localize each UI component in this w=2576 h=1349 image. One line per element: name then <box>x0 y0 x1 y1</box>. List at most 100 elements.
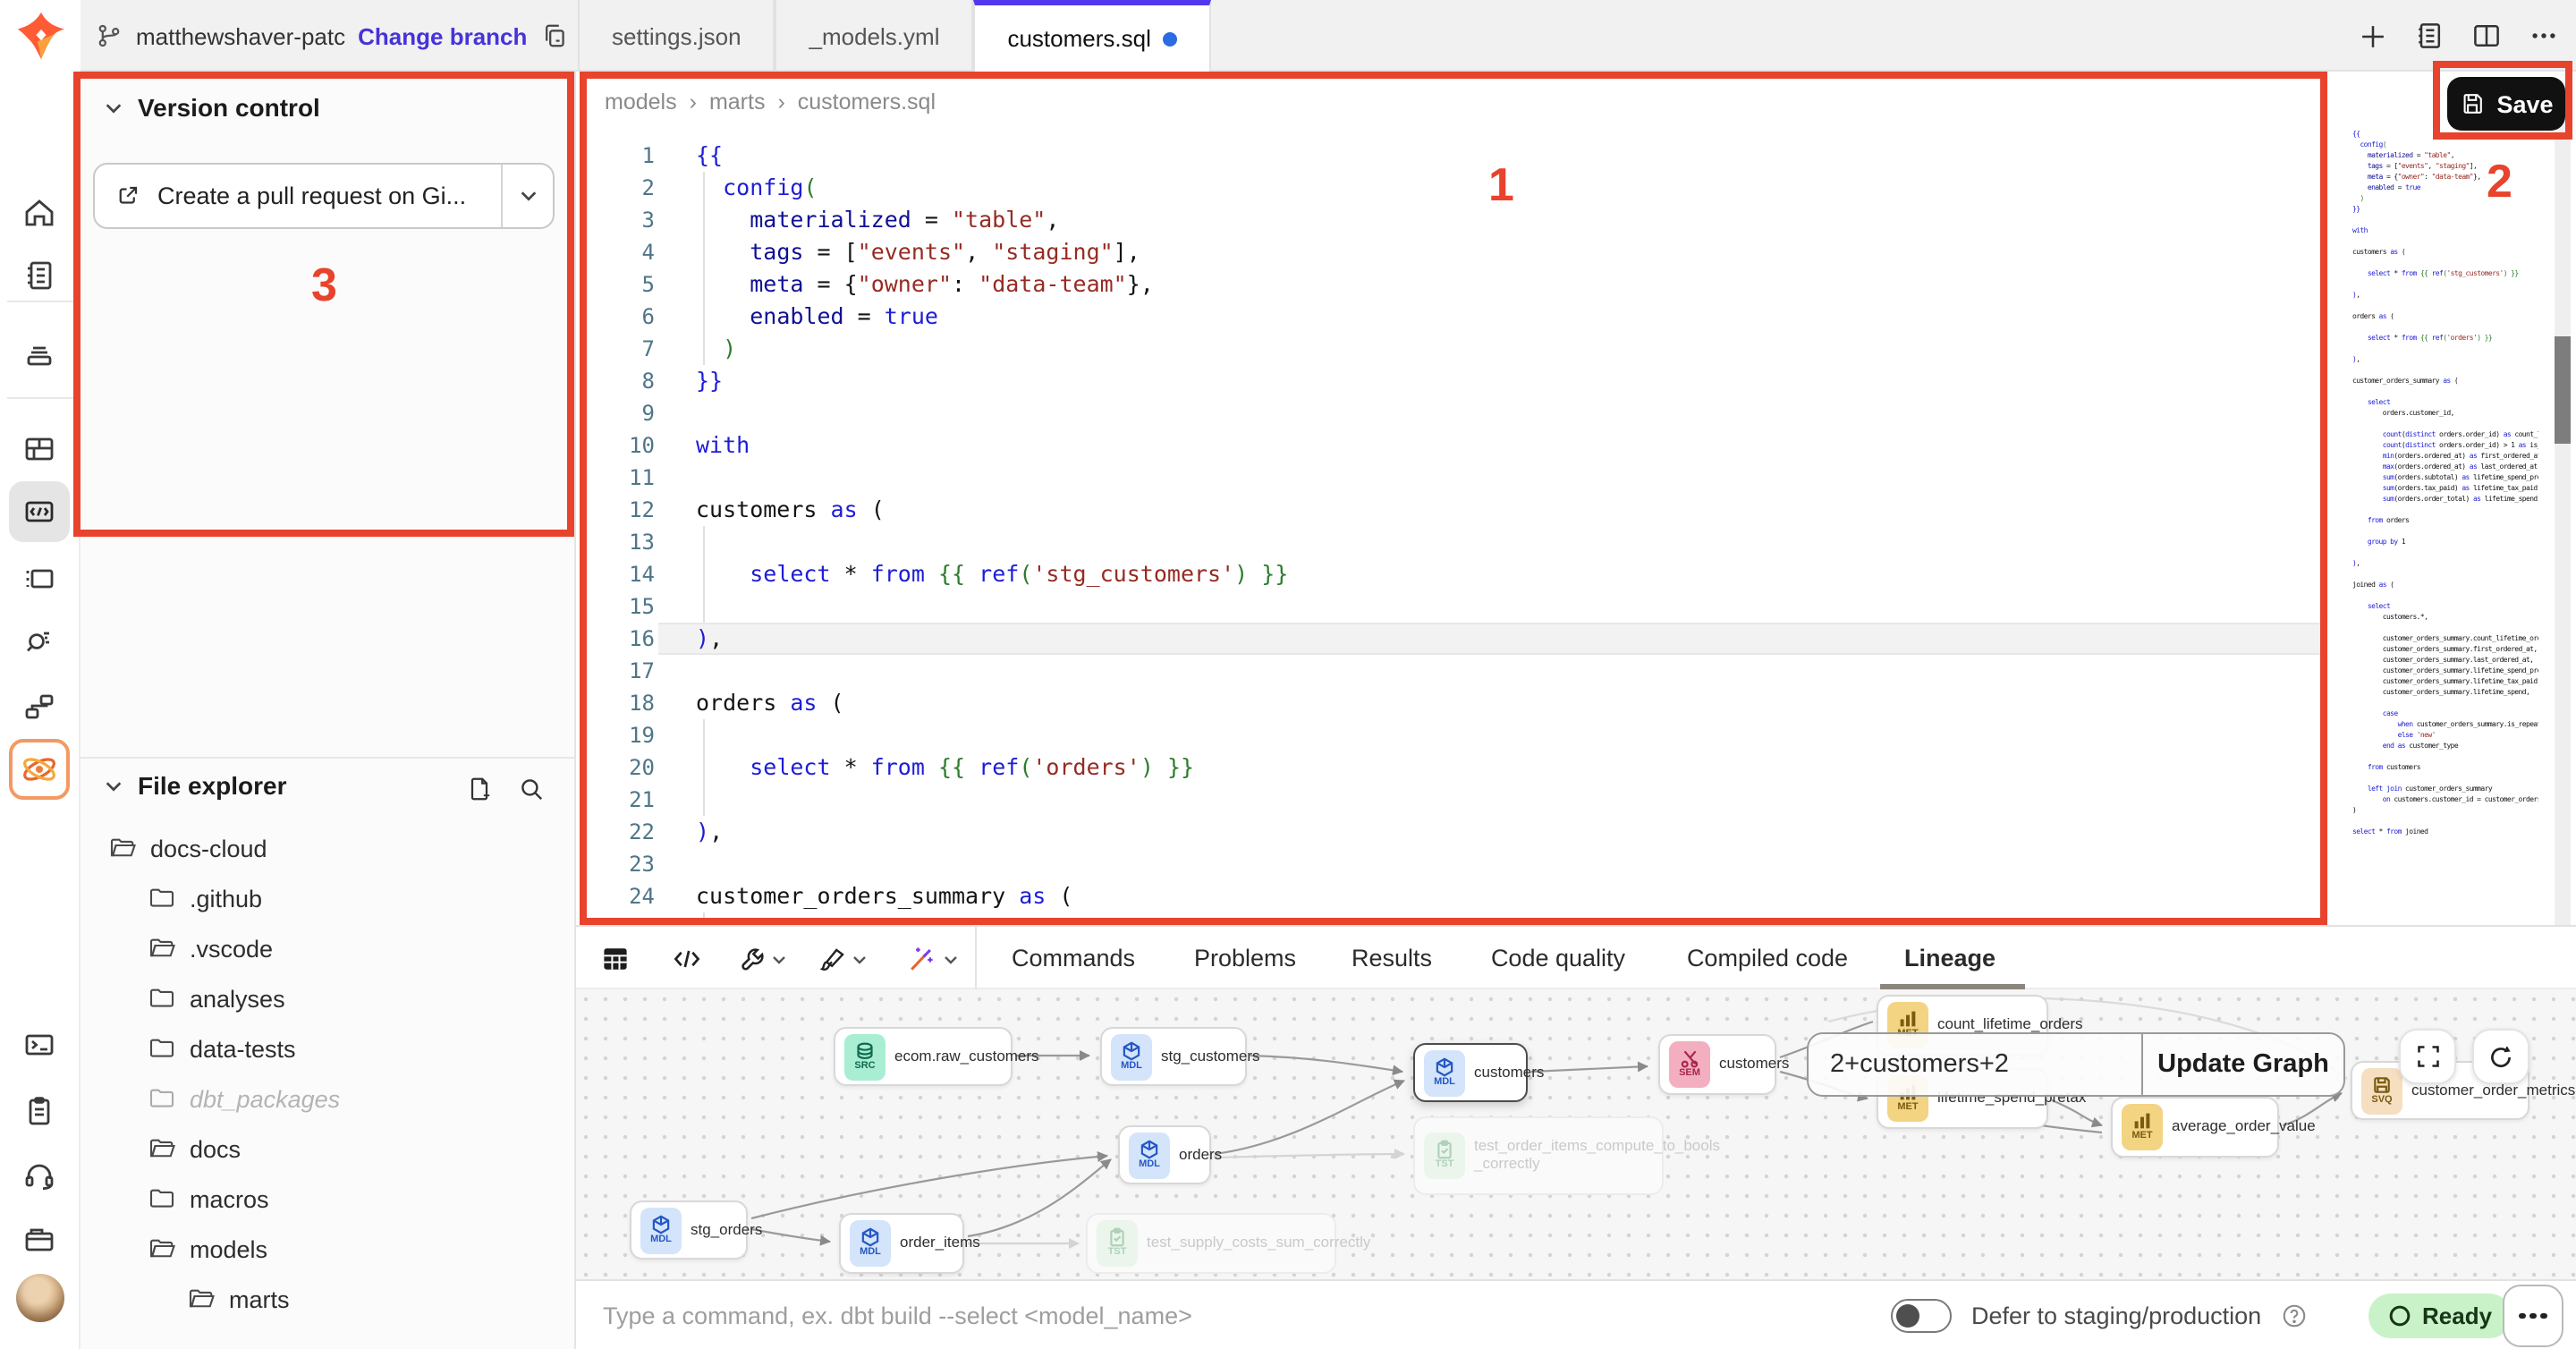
panel-tab-Results[interactable]: Results <box>1352 927 1432 989</box>
minimap[interactable]: {{ config( materialized = "table", tags … <box>2352 129 2538 916</box>
create-pull-request-button[interactable]: Create a pull request on Gi... <box>93 163 555 229</box>
lineage-node-test_supply_costs[interactable]: TSTtest_supply_costs_sum_correctly <box>1086 1213 1336 1274</box>
scrollbar-thumb[interactable] <box>2555 336 2571 444</box>
version-control-header[interactable]: Version control <box>104 93 320 122</box>
file-tree-item-docs[interactable]: docs <box>80 1124 576 1174</box>
search-icon[interactable] <box>517 775 546 803</box>
change-branch-link[interactable]: Change branch <box>358 22 527 49</box>
command-input[interactable]: Type a command, ex. dbt build --select <… <box>603 1281 1192 1349</box>
lineage-node-average_order_value[interactable]: METaverage_order_value <box>2111 1097 2279 1158</box>
chevron-down-icon <box>104 98 123 117</box>
sidebar: Version control Create a pull request on… <box>80 72 576 1349</box>
folder-open-icon <box>109 836 136 861</box>
update-graph-button[interactable]: Update Graph <box>2143 1034 2343 1095</box>
breadcrumb-item[interactable]: marts <box>709 89 766 115</box>
tab-customers.sql[interactable]: customers.sql <box>973 0 1211 72</box>
lineage-node-customers_model[interactable]: MDLcustomers <box>1413 1043 1528 1102</box>
tst-badge-icon: TST <box>1424 1133 1465 1179</box>
wrench-icon[interactable] <box>733 941 769 977</box>
lineage-node-orders[interactable]: MDLorders <box>1118 1125 1211 1184</box>
notebook-icon[interactable] <box>2411 18 2447 54</box>
toolbar-divider <box>975 927 977 989</box>
defer-toggle[interactable] <box>1891 1299 1952 1333</box>
breadcrumb-separator: › <box>777 89 784 115</box>
refresh-button[interactable] <box>2472 1029 2529 1084</box>
lineage-node-order_items[interactable]: MDLorder_items <box>839 1213 964 1274</box>
folder-icon <box>148 1086 175 1111</box>
user-avatar[interactable] <box>16 1274 64 1322</box>
panel-tab-Code quality[interactable]: Code quality <box>1491 927 1625 989</box>
file-tree: docs-cloud.github.vscodeanalysesdata-tes… <box>80 823 576 1324</box>
file-tree-item-docs-cloud[interactable]: docs-cloud <box>80 823 576 873</box>
code-editor-icon[interactable] <box>9 481 70 542</box>
copy-icon[interactable] <box>539 21 568 50</box>
save-button[interactable]: Save <box>2447 77 2565 131</box>
lineage-selector-input[interactable]: 2+customers+2 <box>1809 1034 2143 1095</box>
dashboard-icon[interactable] <box>9 419 70 479</box>
home-icon[interactable] <box>9 182 70 243</box>
file-tree-item-data-tests[interactable]: data-tests <box>80 1023 576 1073</box>
lineage-node-test_order_items[interactable]: TSTtest_order_items_compute_to_bools _co… <box>1413 1116 1664 1195</box>
dbt-copilot-icon[interactable] <box>9 739 70 800</box>
breadcrumb-separator: › <box>690 89 697 115</box>
mdl-badge-icon: MDL <box>1129 1132 1170 1178</box>
code-icon[interactable] <box>669 941 705 977</box>
chevron-down-icon <box>104 776 123 795</box>
breadcrumb-item[interactable]: models <box>605 89 677 115</box>
external-link-icon <box>114 182 141 209</box>
editor-scrollbar[interactable] <box>2555 86 2571 925</box>
lineage-node-customers_semantic[interactable]: SEMcustomers <box>1658 1034 1776 1095</box>
tab-settings.json[interactable]: settings.json <box>578 0 775 72</box>
help-question-icon[interactable] <box>2281 1302 2308 1329</box>
file-tree-item-.github[interactable]: .github <box>80 873 576 923</box>
file-explorer-header[interactable]: File explorer <box>104 771 287 800</box>
docs-icon[interactable] <box>9 245 70 306</box>
files-icon[interactable] <box>9 1209 70 1270</box>
split-panel-icon[interactable] <box>2469 18 2504 54</box>
bottom-panel-toolbar: Commands Problems Results Code quality Compi… <box>576 925 2576 989</box>
breadcrumb-item[interactable]: customers.sql <box>798 89 936 115</box>
new-file-icon[interactable] <box>465 775 494 803</box>
flow-icon[interactable] <box>9 676 70 737</box>
code-editor[interactable]: models›marts›customers.sql 1234567891011… <box>576 72 2576 925</box>
panel-tab-Problems[interactable]: Problems <box>1194 927 1296 989</box>
ready-status-badge[interactable]: Ready <box>2368 1294 2512 1338</box>
code-content[interactable]: {{ config( materialized = "table", tags … <box>696 140 1679 925</box>
panel-tab-Lineage[interactable]: Lineage <box>1904 927 1996 989</box>
file-tree-item-dbt_packages[interactable]: dbt_packages <box>80 1073 576 1124</box>
clipboard-icon[interactable] <box>9 1081 70 1141</box>
panel-tab-Compiled code[interactable]: Compiled code <box>1687 927 1848 989</box>
terminal-icon[interactable] <box>9 1014 70 1075</box>
chevron-down-icon[interactable] <box>771 952 787 968</box>
lineage-canvas[interactable]: SRCecom.raw_customers MDLstg_customers MDL… <box>576 989 2576 1279</box>
file-tree-item-analyses[interactable]: analyses <box>80 973 576 1023</box>
left-icon-rail <box>0 72 80 1349</box>
frame-icon[interactable] <box>9 547 70 608</box>
table-icon[interactable] <box>597 941 633 977</box>
panel-tab-Commands[interactable]: Commands <box>1012 927 1135 989</box>
ellipsis-icon[interactable] <box>2526 18 2562 54</box>
fullscreen-button[interactable] <box>2399 1029 2456 1084</box>
plus-icon[interactable] <box>2354 18 2390 54</box>
branch-name: matthewshaver-patc <box>136 22 345 49</box>
query-search-icon[interactable] <box>9 610 70 671</box>
file-tree-item-models[interactable]: models <box>80 1224 576 1274</box>
format-brush-icon[interactable] <box>814 941 850 977</box>
magic-wand-icon[interactable] <box>903 941 939 977</box>
more-options-button[interactable] <box>2503 1285 2563 1347</box>
folder-icon <box>148 886 175 911</box>
chevron-down-icon[interactable] <box>852 952 868 968</box>
inbox-icon[interactable] <box>9 324 70 385</box>
src-badge-icon: SRC <box>844 1033 886 1080</box>
file-tree-item-marts[interactable]: marts <box>80 1274 576 1324</box>
lineage-node-stg_customers[interactable]: MDLstg_customers <box>1100 1027 1247 1086</box>
pr-button-caret[interactable] <box>503 165 553 227</box>
lineage-node-ecom_raw_customers[interactable]: SRCecom.raw_customers <box>834 1027 1013 1086</box>
tab-_models.yml[interactable]: _models.yml <box>775 0 974 72</box>
chevron-down-icon[interactable] <box>943 952 959 968</box>
dbt-logo[interactable] <box>0 0 80 72</box>
headset-icon[interactable] <box>9 1145 70 1206</box>
lineage-node-stg_orders[interactable]: MDLstg_orders <box>630 1201 748 1260</box>
file-tree-item-macros[interactable]: macros <box>80 1174 576 1224</box>
file-tree-item-.vscode[interactable]: .vscode <box>80 923 576 973</box>
